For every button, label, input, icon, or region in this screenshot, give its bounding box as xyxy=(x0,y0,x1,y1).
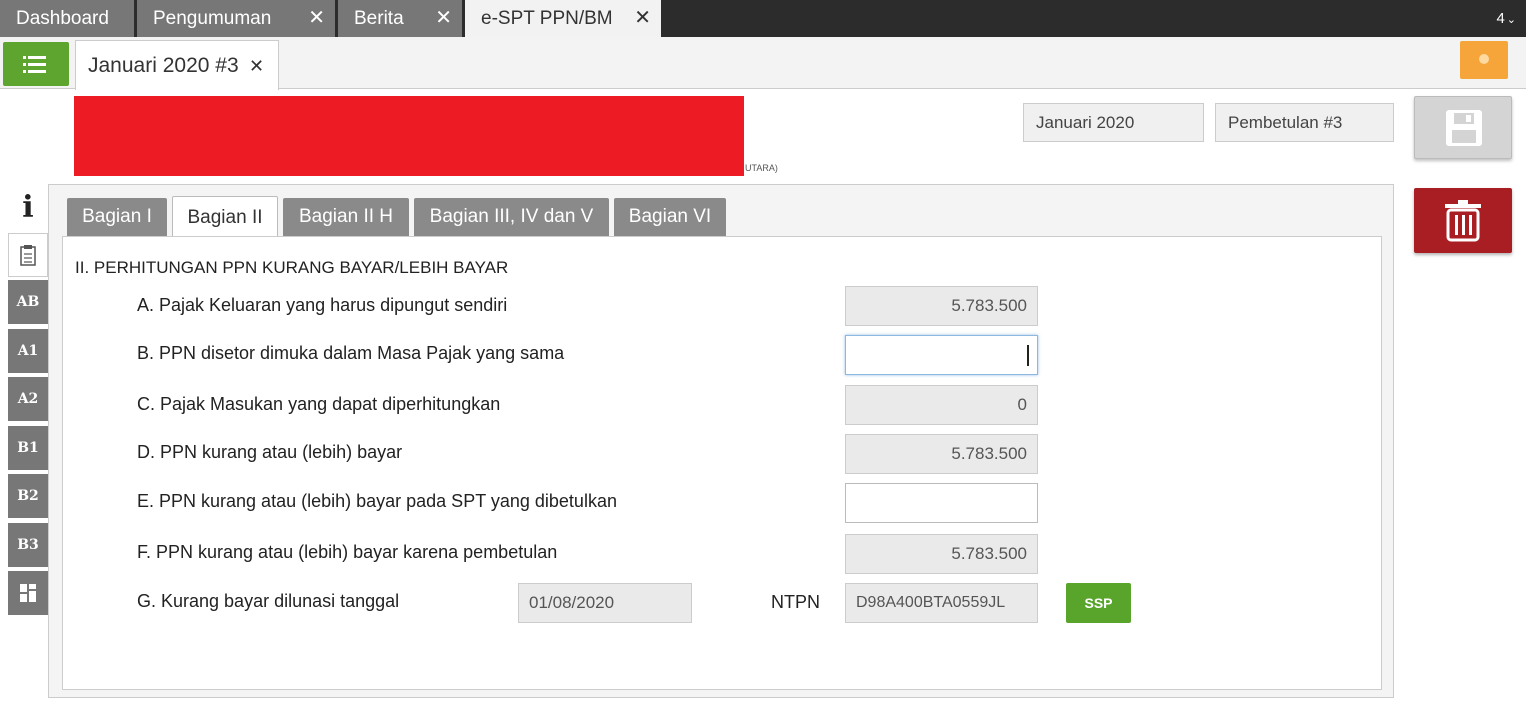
list-menu-button[interactable] xyxy=(3,42,69,86)
list-icon xyxy=(23,56,46,59)
row-d-label: D. PPN kurang atau (lebih) bayar xyxy=(137,442,403,462)
side-nav-ab[interactable]: AB xyxy=(8,280,48,324)
tab-pengumuman[interactable]: Pengumuman ✕ xyxy=(137,0,335,37)
delete-button[interactable] xyxy=(1414,188,1512,253)
side-nav-grid[interactable] xyxy=(8,571,48,615)
row-c-label: C. Pajak Masukan yang dapat diperhitungk… xyxy=(137,394,501,414)
row-a-value: 5.783.500 xyxy=(845,286,1038,326)
row-b-input[interactable] xyxy=(845,335,1038,375)
side-nav-a1[interactable]: A1 xyxy=(8,329,48,373)
side-nav-a2[interactable]: A2 xyxy=(8,377,48,421)
tab-bagian-iii-iv-v[interactable]: Bagian III, IV dan V xyxy=(414,198,609,236)
tab-dashboard[interactable]: Dashboard xyxy=(0,0,134,37)
row-g-label: G. Kurang bayar dilunasi tanggal xyxy=(137,591,400,611)
redacted-taxpayer-info xyxy=(74,96,744,176)
tab-count-dropdown[interactable]: 4 ⌄ xyxy=(1496,0,1516,39)
document-tab-label: Januari 2020 #3 xyxy=(88,54,239,77)
side-nav-info[interactable]: i xyxy=(8,186,48,230)
row-e-label: E. PPN kurang atau (lebih) bayar pada SP… xyxy=(137,491,617,511)
tab-e-spt-ppn-bm[interactable]: e-SPT PPN/BM ✕ xyxy=(465,0,661,37)
close-icon[interactable]: ✕ xyxy=(308,0,325,37)
row-f-value: 5.783.500 xyxy=(845,534,1038,574)
payment-date-field[interactable]: 01/08/2020 xyxy=(518,583,692,623)
row-c-value: 0 xyxy=(845,385,1038,425)
side-nav-label: B3 xyxy=(17,537,39,553)
chevron-down-icon: ⌄ xyxy=(1506,14,1516,26)
document-tab-bar: Januari 2020 #3 ✕ xyxy=(0,37,1526,90)
lightbulb-icon xyxy=(1479,54,1489,64)
side-nav-b1[interactable]: B1 xyxy=(8,426,48,470)
trash-icon xyxy=(1445,200,1481,242)
close-icon[interactable]: ✕ xyxy=(249,41,264,91)
tab-berita[interactable]: Berita ✕ xyxy=(338,0,462,37)
tab-count: 4 xyxy=(1496,10,1505,27)
app-tab-bar: Dashboard Pengumuman ✕ Berita ✕ e-SPT PP… xyxy=(0,0,1526,37)
ssp-button[interactable]: SSP xyxy=(1066,583,1131,623)
close-icon[interactable]: ✕ xyxy=(435,0,452,37)
side-nav-b3[interactable]: B3 xyxy=(8,523,48,567)
period-field: Januari 2020 xyxy=(1023,103,1204,142)
section-title: II. PERHITUNGAN PPN KURANG BAYAR/LEBIH B… xyxy=(75,258,509,277)
ntpn-label: NTPN xyxy=(771,592,820,612)
row-f-label: F. PPN kurang atau (lebih) bayar karena … xyxy=(137,542,558,562)
side-nav-b2[interactable]: B2 xyxy=(8,474,48,518)
clipboard-icon xyxy=(20,245,36,266)
tab-label: Berita xyxy=(354,8,404,29)
lightbulb-button[interactable] xyxy=(1460,41,1508,79)
text-cursor xyxy=(1027,345,1029,366)
tab-bagian-i[interactable]: Bagian I xyxy=(67,198,167,236)
row-a-label: A. Pajak Keluaran yang harus dipungut se… xyxy=(137,295,508,315)
tab-label: e-SPT PPN/BM xyxy=(481,8,613,29)
tab-label: Dashboard xyxy=(16,8,109,29)
taxpayer-info-suffix: UTARA) xyxy=(745,163,778,173)
tab-bagian-ii-h[interactable]: Bagian II H xyxy=(283,198,409,236)
grid-icon xyxy=(20,584,36,602)
side-nav-label: B2 xyxy=(17,488,39,504)
tab-bagian-ii[interactable]: Bagian II xyxy=(172,196,278,238)
side-nav-label: A2 xyxy=(17,391,39,407)
row-e-input[interactable] xyxy=(845,483,1038,523)
side-nav-clipboard[interactable] xyxy=(8,233,48,277)
side-nav-label: A1 xyxy=(17,343,39,359)
info-icon: i xyxy=(22,190,34,225)
document-tab[interactable]: Januari 2020 #3 ✕ xyxy=(75,40,279,90)
save-button[interactable] xyxy=(1414,96,1512,159)
row-d-value: 5.783.500 xyxy=(845,434,1038,474)
row-b-label: B. PPN disetor dimuka dalam Masa Pajak y… xyxy=(137,343,565,363)
ntpn-field[interactable]: D98A400BTA0559JL xyxy=(845,583,1038,623)
close-icon[interactable]: ✕ xyxy=(634,0,651,37)
floppy-disk-icon xyxy=(1446,110,1482,146)
revision-field: Pembetulan #3 xyxy=(1215,103,1394,142)
side-nav-label: AB xyxy=(16,294,40,310)
tab-bagian-vi[interactable]: Bagian VI xyxy=(614,198,726,236)
side-nav-label: B1 xyxy=(17,440,39,456)
tab-label: Pengumuman xyxy=(153,8,272,29)
